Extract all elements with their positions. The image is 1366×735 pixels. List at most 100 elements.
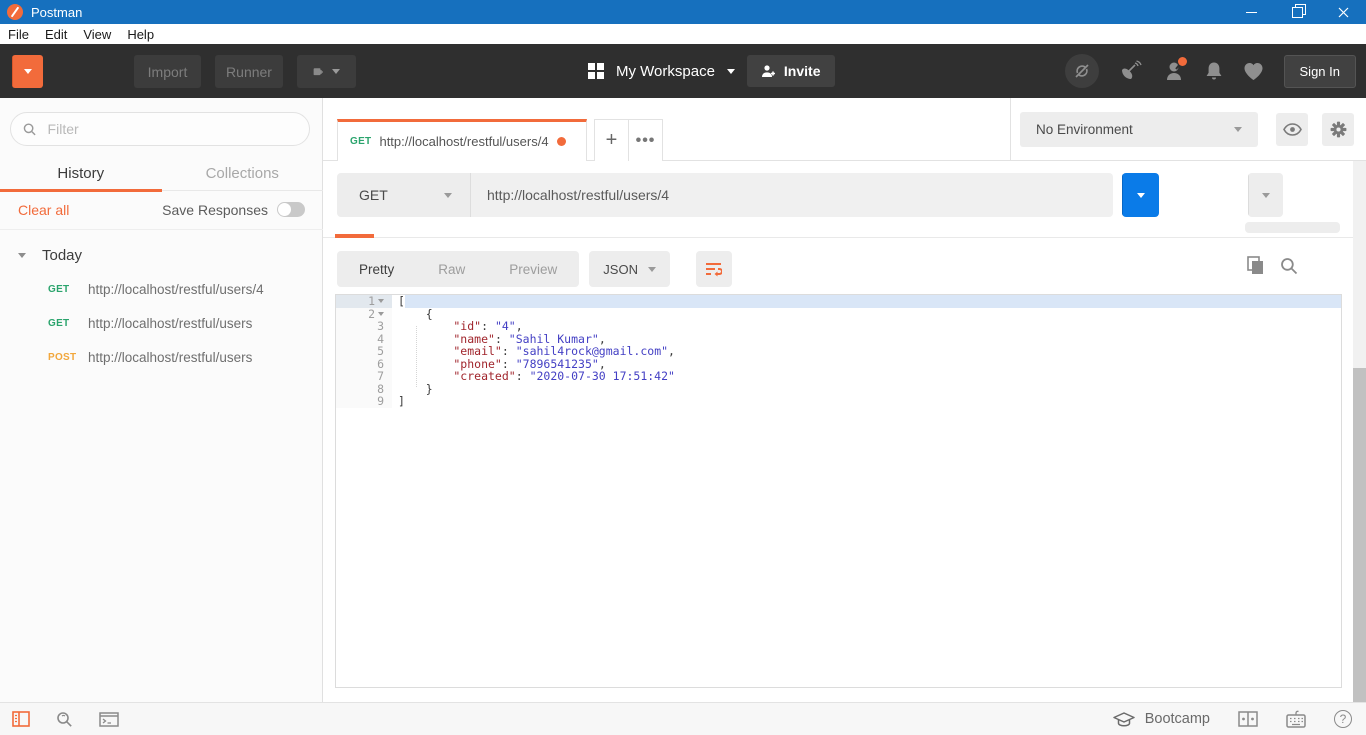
code-lines: 1[2 {3 "id": "4",4 "name": "Sahil Kumar"…: [336, 295, 1341, 408]
runner-button[interactable]: Runner: [215, 55, 283, 88]
view-preview[interactable]: Preview: [487, 251, 579, 287]
tab-collections[interactable]: Collections: [162, 156, 324, 190]
request-tab-strip: GET http://localhost/restful/users/4 + •…: [323, 98, 1366, 161]
chevron-down-icon: [1262, 193, 1270, 198]
invite-button[interactable]: Invite: [747, 55, 835, 87]
new-window-icon: [313, 64, 323, 80]
filter-field[interactable]: [10, 112, 310, 146]
method-select[interactable]: GET: [337, 173, 470, 217]
line-number: 7: [336, 370, 392, 383]
divider: [1010, 98, 1011, 160]
new-tab-button[interactable]: +: [594, 119, 629, 161]
search-response-icon[interactable]: [1280, 257, 1298, 275]
restore-button[interactable]: [1274, 0, 1320, 24]
import-button[interactable]: Import: [134, 55, 201, 88]
chevron-down-icon: [1234, 127, 1242, 132]
chevron-down-icon: [444, 193, 452, 198]
code-line: 1[: [336, 295, 1341, 308]
new-dropdown-button[interactable]: [12, 55, 43, 88]
save-responses-toggle[interactable]: [277, 202, 305, 217]
menu-bar: File Edit View Help: [0, 24, 1366, 44]
view-pretty[interactable]: Pretty: [337, 251, 416, 287]
workspace-selector[interactable]: My Workspace: [616, 63, 715, 80]
code-line: 9]: [336, 395, 1341, 408]
filter-input[interactable]: [46, 120, 297, 138]
response-toolbar: Pretty Raw Preview JSON: [337, 251, 732, 287]
code-text: ]: [392, 395, 405, 408]
response-format-select[interactable]: JSON: [589, 251, 670, 287]
menu-edit[interactable]: Edit: [45, 27, 67, 42]
history-url: http://localhost/restful/users: [88, 350, 252, 365]
send-button[interactable]: Send: [1122, 173, 1159, 217]
toggle-sidebar-icon[interactable]: [12, 711, 30, 727]
code-line: 8 }: [336, 383, 1341, 396]
sync-disabled-button[interactable]: [1065, 54, 1099, 88]
active-request-tab-indicator: [335, 234, 374, 238]
bell-icon[interactable]: [1205, 61, 1223, 82]
menu-view[interactable]: View: [83, 27, 111, 42]
history-item[interactable]: POST http://localhost/restful/users: [0, 340, 323, 374]
save-options-button[interactable]: [1248, 173, 1283, 217]
invite-button-label: Invite: [784, 63, 821, 79]
request-tab[interactable]: GET http://localhost/restful/users/4: [337, 119, 587, 161]
environment-selector[interactable]: No Environment: [1020, 112, 1258, 147]
line-number: 5: [336, 345, 392, 358]
line-number: 3: [336, 320, 392, 333]
environment-quick-look-button[interactable]: [1276, 113, 1308, 146]
bootcamp-button[interactable]: Bootcamp: [1113, 711, 1210, 727]
url-input[interactable]: [470, 173, 1113, 217]
tab-options-button[interactable]: •••: [628, 119, 663, 161]
open-new-window-button[interactable]: [297, 55, 356, 88]
copy-icon[interactable]: [1247, 256, 1264, 275]
clear-all-link[interactable]: Clear all: [18, 202, 69, 218]
minimize-button[interactable]: [1228, 0, 1274, 24]
save-button[interactable]: Save: [1248, 173, 1283, 217]
two-pane-view-icon[interactable]: [1238, 711, 1258, 727]
menu-help[interactable]: Help: [127, 27, 154, 42]
wrap-text-icon: [705, 261, 722, 277]
shortcuts-keyboard-icon[interactable]: [1286, 710, 1306, 728]
send-options-button[interactable]: [1122, 173, 1159, 217]
request-tabs-divider: [323, 237, 1353, 238]
history-actions: Clear all Save Responses: [0, 190, 323, 230]
api-network-icon[interactable]: [1119, 60, 1143, 82]
main-area: GET http://localhost/restful/users/4 + •…: [323, 98, 1366, 702]
sidebar-tabs: History Collections: [0, 156, 323, 191]
format-value: JSON: [603, 262, 638, 277]
search-icon: [23, 122, 37, 137]
fold-caret-icon[interactable]: [378, 312, 384, 316]
help-button[interactable]: ?: [1334, 710, 1352, 728]
close-button[interactable]: [1320, 0, 1366, 24]
indent-guide: [416, 326, 417, 387]
save-responses-label: Save Responses: [162, 202, 268, 218]
chevron-down-icon: [24, 69, 32, 74]
fold-caret-icon[interactable]: [378, 299, 384, 303]
response-view-switch: Pretty Raw Preview: [337, 251, 579, 287]
settings-button[interactable]: [1322, 113, 1354, 146]
wrap-text-button[interactable]: [696, 251, 732, 287]
menu-file[interactable]: File: [8, 27, 29, 42]
workspace-chevron-icon[interactable]: [727, 69, 735, 74]
comments-button-partial: [1245, 222, 1340, 233]
graduation-cap-icon: [1113, 712, 1135, 727]
new-button[interactable]: ✚New: [12, 55, 43, 88]
gear-icon: [1329, 120, 1348, 139]
history-group-today[interactable]: Today: [0, 240, 323, 270]
view-raw[interactable]: Raw: [416, 251, 487, 287]
find-icon[interactable]: [56, 711, 73, 728]
history-item[interactable]: GET http://localhost/restful/users/4: [0, 272, 323, 306]
request-tab-title: http://localhost/restful/users/4: [379, 134, 548, 149]
response-body-editor[interactable]: 1[2 {3 "id": "4",4 "name": "Sahil Kumar"…: [335, 294, 1342, 688]
main-toolbar: ✚New Import Runner My Workspace Invite: [0, 44, 1366, 98]
method-badge: GET: [350, 136, 371, 147]
history-item[interactable]: GET http://localhost/restful/users: [0, 306, 323, 340]
scrollbar-thumb[interactable]: [1353, 368, 1366, 702]
tools-notification-button[interactable]: [1163, 60, 1185, 82]
heart-icon[interactable]: [1243, 62, 1264, 81]
vertical-scrollbar[interactable]: [1353, 161, 1366, 702]
console-icon[interactable]: [99, 712, 119, 727]
workspace-grid-icon[interactable]: [588, 63, 604, 79]
sign-in-button[interactable]: Sign In: [1284, 55, 1356, 88]
tab-history[interactable]: History: [0, 156, 162, 190]
title-bar: Postman: [0, 0, 1366, 24]
